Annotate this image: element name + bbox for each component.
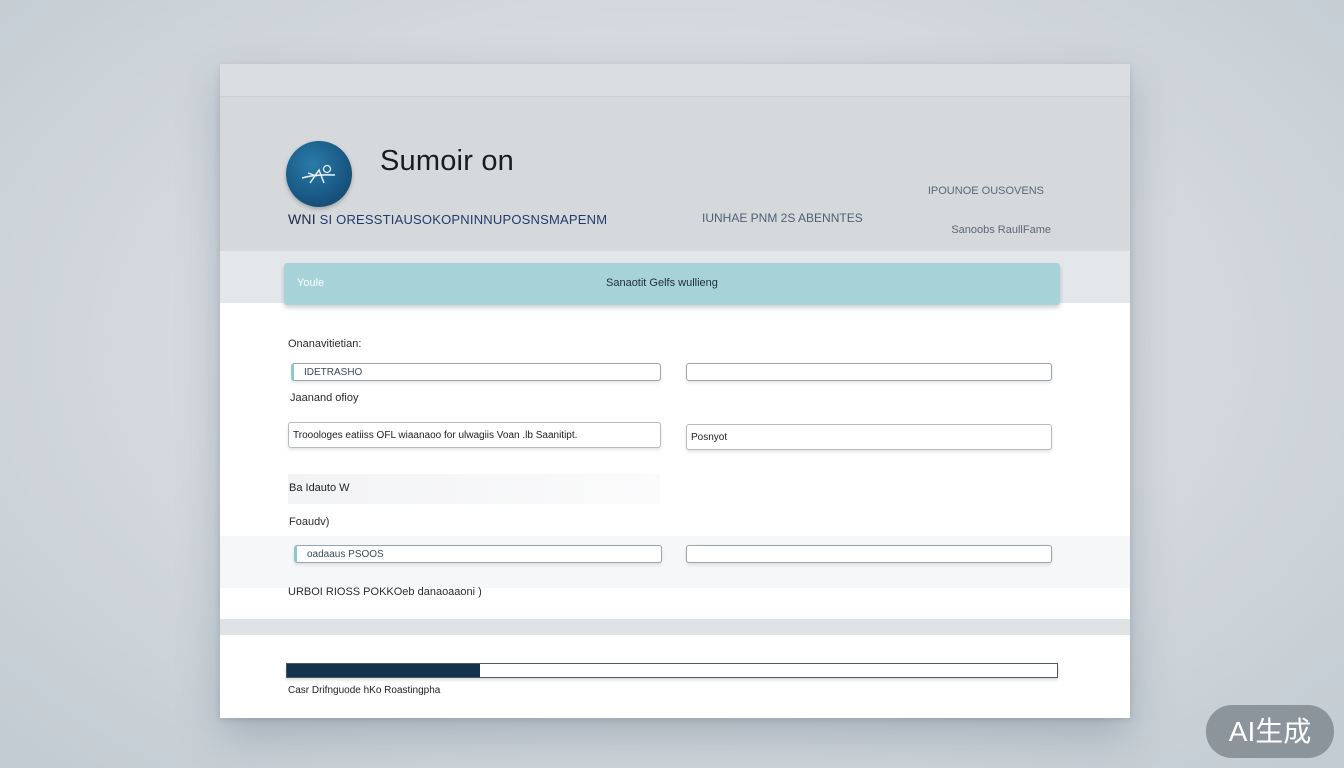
header-link-top[interactable]: IPOUNOE OUSOVENS bbox=[928, 185, 1044, 197]
field-2-input[interactable] bbox=[686, 363, 1052, 381]
field-1-input[interactable]: IDETRASHO bbox=[291, 363, 661, 381]
app-window: Sumoir on WNI SI ORESSTIAUSOKOPNINNUPOSN… bbox=[220, 64, 1130, 718]
header-subtitle-lead: WNI bbox=[288, 211, 316, 227]
header-subtitle-rest: SI ORESSTIAUSOKOPNINNUPOSNSMAPENM bbox=[319, 212, 608, 227]
field-3-input[interactable]: Trooologes eatiiss OFL wiaanaoo for ulwa… bbox=[288, 422, 661, 448]
progress-bar bbox=[286, 663, 1058, 678]
app-logo-icon bbox=[286, 141, 352, 207]
app-title: Sumoir on bbox=[380, 145, 514, 177]
banner-center-text: Sanaotit Gelfs wullieng bbox=[606, 277, 718, 289]
header-link-bottom[interactable]: Sanoobs RaullFame bbox=[951, 224, 1051, 236]
header: Sumoir on WNI SI ORESSTIAUSOKOPNINNUPOSN… bbox=[220, 97, 1130, 251]
section-label: Onanavitietian: bbox=[288, 338, 362, 350]
progress-label: Casr Drifnguode hKo Roastingpha bbox=[288, 685, 441, 696]
banner-left-text: Youle bbox=[297, 277, 325, 289]
title-bar bbox=[220, 64, 1130, 97]
field-5-input[interactable]: oadaaus PSOOS bbox=[294, 545, 662, 563]
field-6-input[interactable] bbox=[686, 545, 1052, 563]
footer-label: URBOI RIOSS POKKOeb danaoaaoni ) bbox=[288, 586, 482, 598]
info-banner: Youle Sanaotit Gelfs wullieng bbox=[284, 263, 1060, 305]
field-label-5: Foaudv) bbox=[289, 516, 330, 528]
field-label-2: Jaanand ofioy bbox=[290, 392, 359, 404]
ghost-row-label: Ba Idauto W bbox=[289, 482, 350, 494]
field-4-input[interactable]: Posnyot bbox=[686, 424, 1052, 450]
header-subtitle: WNI SI ORESSTIAUSOKOPNINNUPOSNSMAPENM bbox=[288, 211, 607, 227]
footer-band bbox=[220, 619, 1130, 635]
progress-fill bbox=[287, 664, 480, 677]
header-middle-text: IUNHAE PNM 2S ABENNTES bbox=[702, 211, 863, 225]
ai-generated-badge: AI生成 bbox=[1206, 705, 1334, 758]
